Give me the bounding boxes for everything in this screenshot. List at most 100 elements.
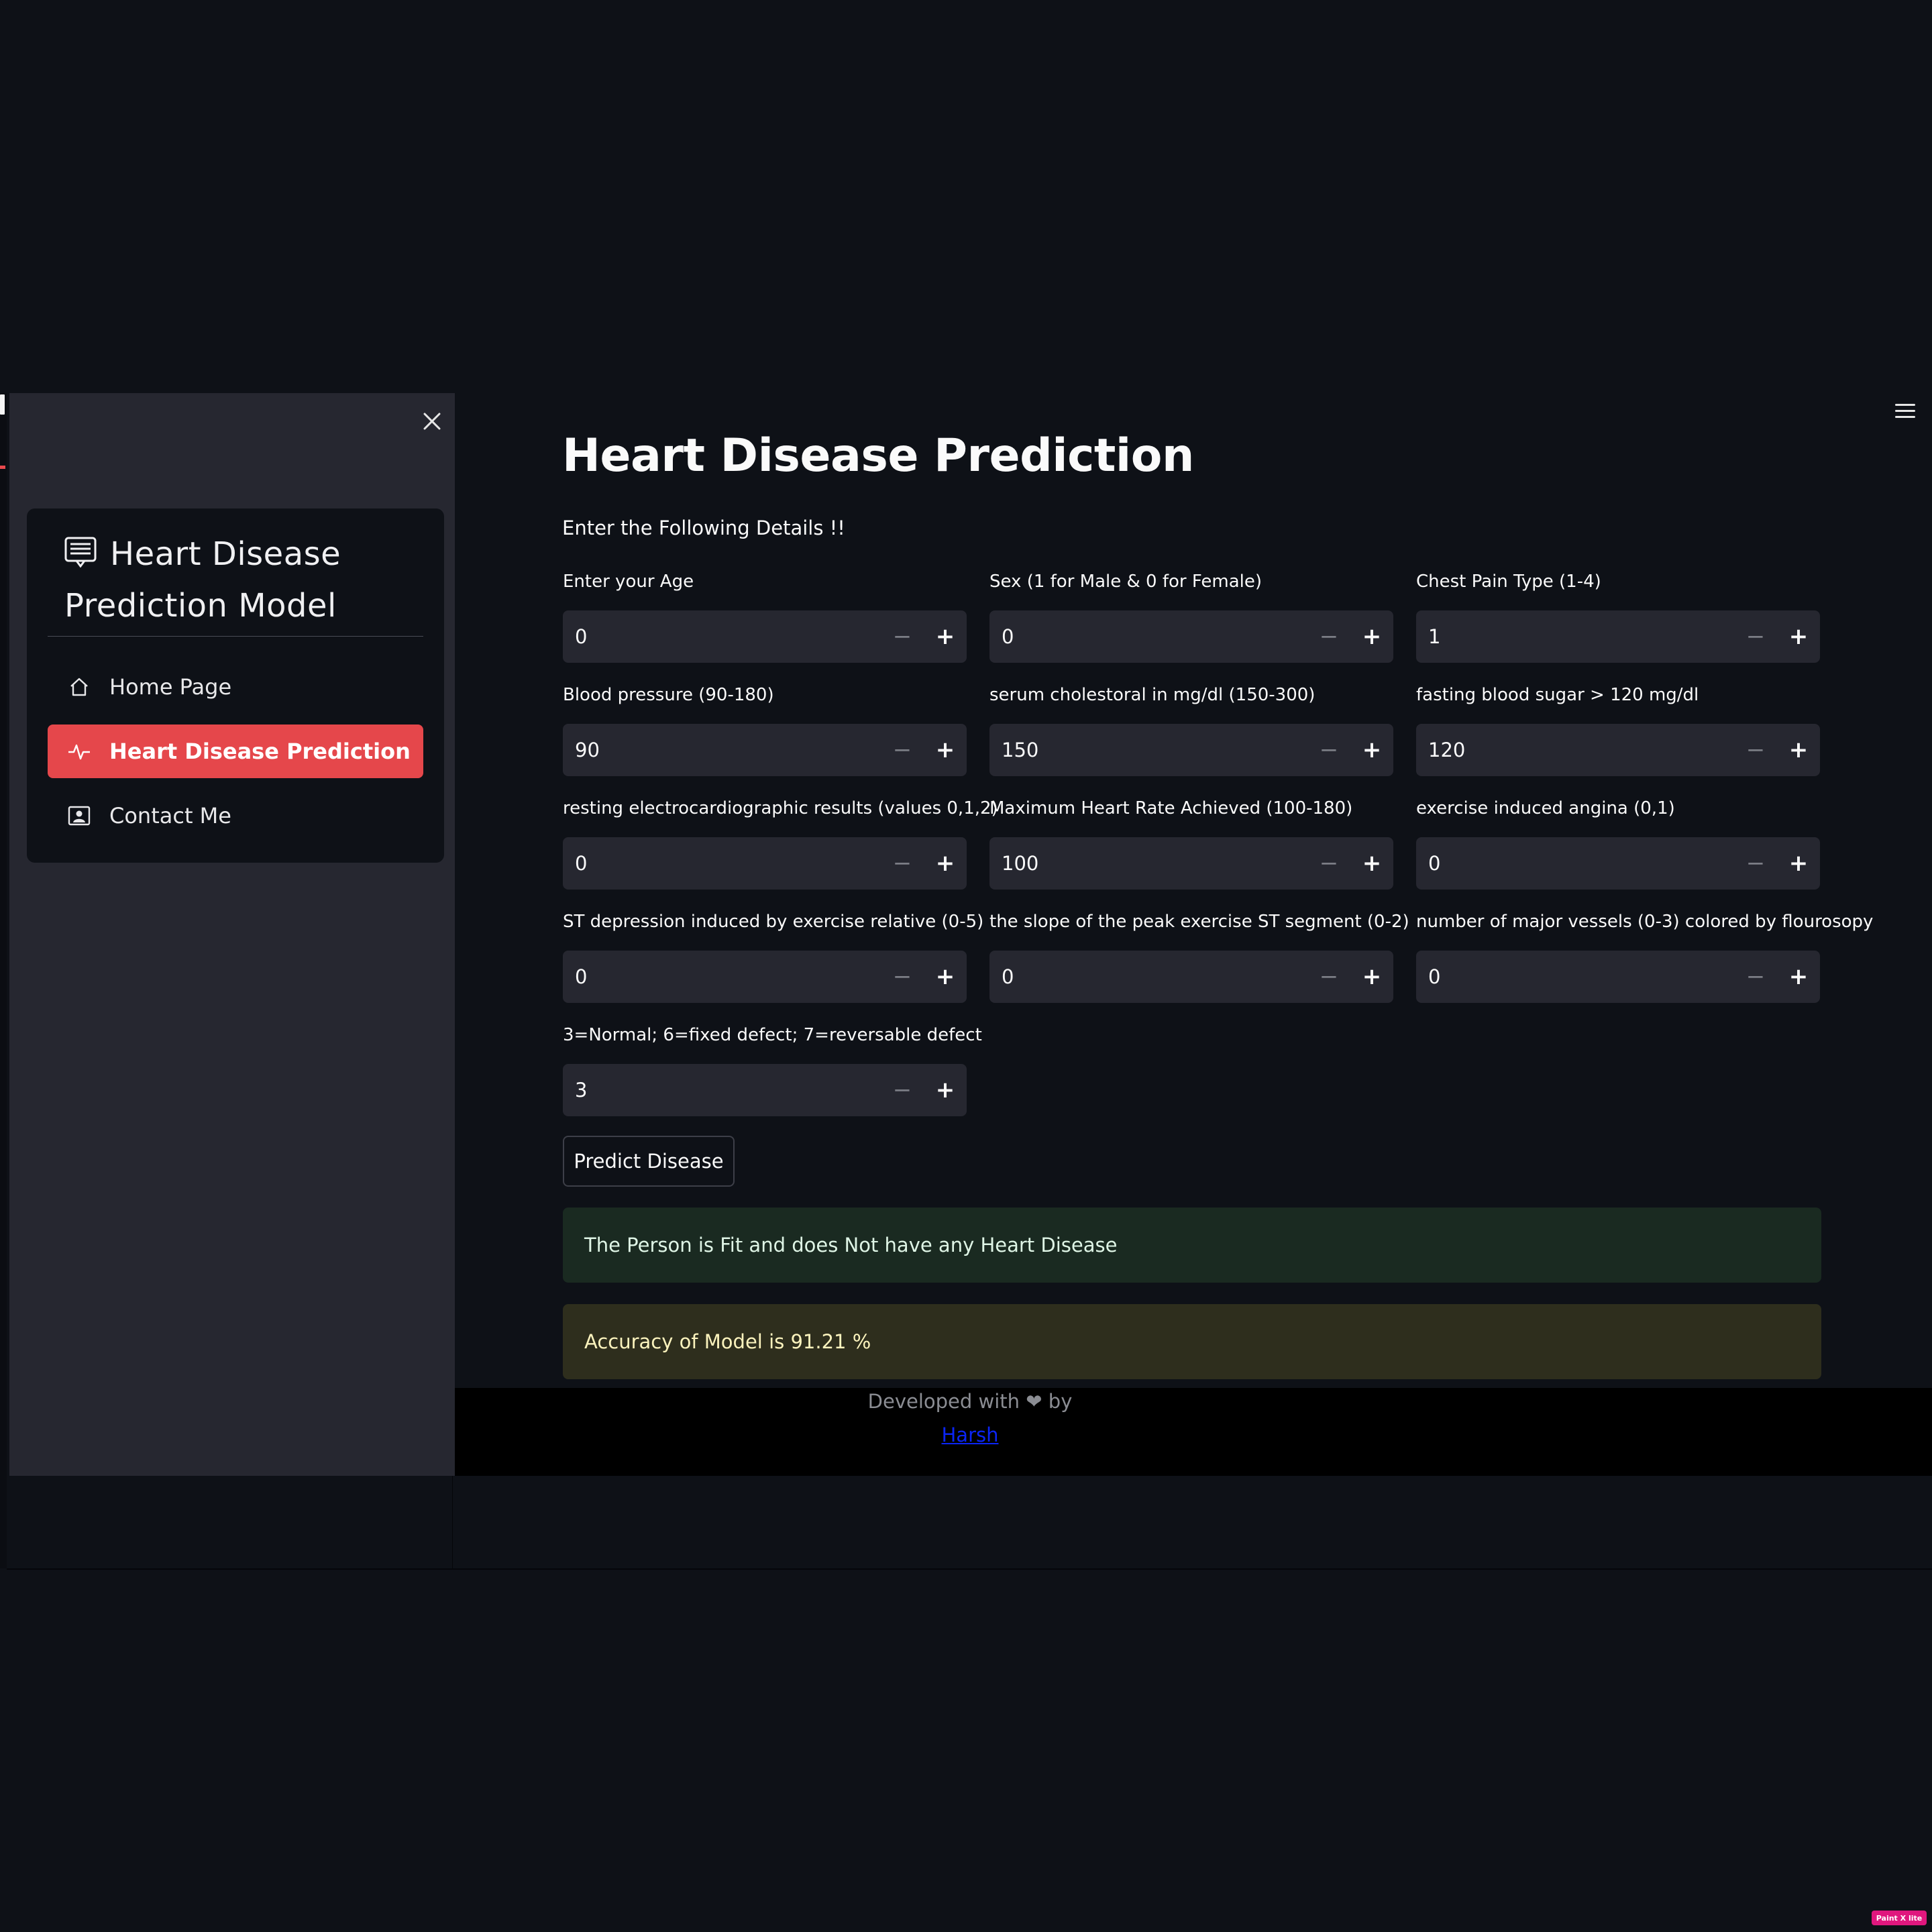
decrement-button[interactable]: − (1734, 837, 1777, 890)
field-label: number of major vessels (0-3) colored by… (1416, 912, 1874, 932)
blood-pressure-number-input: 90 − + (563, 724, 967, 776)
house-icon (66, 674, 92, 700)
field-serum-cholestoral: serum cholestoral in mg/dl (150-300) 150… (989, 685, 1393, 776)
decrement-button[interactable]: − (881, 837, 924, 890)
chest-pain-number-input: 1 − + (1416, 610, 1820, 663)
menu-item-contact[interactable]: Contact Me (48, 789, 423, 843)
accuracy-alert: Accuracy of Model is 91.21 % (563, 1304, 1821, 1379)
decrement-button[interactable]: − (881, 1064, 924, 1116)
sidebar: Heart Disease Prediction Model Home Page (9, 393, 455, 1476)
sex-number-input: 0 − + (989, 610, 1393, 663)
number-input-value[interactable]: 120 (1416, 739, 1734, 761)
increment-button[interactable]: + (1350, 951, 1393, 1003)
age-number-input: 0 − + (563, 610, 967, 663)
exercise-angina-number-input: 0 − + (1416, 837, 1820, 890)
increment-button[interactable]: + (924, 1064, 967, 1116)
increment-button[interactable]: + (1777, 724, 1820, 776)
field-resting-ecg: resting electrocardiographic results (va… (563, 798, 998, 890)
field-fasting-blood-sugar: fasting blood sugar > 120 mg/dl 120 − + (1416, 685, 1820, 776)
menu-item-label: Contact Me (109, 803, 231, 828)
number-input-value[interactable]: 90 (563, 739, 881, 761)
close-icon (423, 413, 441, 430)
field-label: Maximum Heart Rate Achieved (100-180) (989, 798, 1353, 818)
field-st-slope: the slope of the peak exercise ST segmen… (989, 912, 1409, 1003)
increment-button[interactable]: + (1777, 610, 1820, 663)
result-message: The Person is Fit and does Not have any … (584, 1234, 1118, 1256)
left-edge-marker (0, 394, 5, 415)
field-max-heart-rate: Maximum Heart Rate Achieved (100-180) 10… (989, 798, 1393, 890)
number-input-value[interactable]: 0 (563, 625, 881, 648)
increment-button[interactable]: + (1350, 610, 1393, 663)
menu-divider (48, 636, 423, 637)
hamburger-line (1895, 415, 1915, 418)
field-label: ST depression induced by exercise relati… (563, 912, 984, 932)
field-label: Sex (1 for Male & 0 for Female) (989, 572, 1263, 592)
increment-button[interactable]: + (924, 724, 967, 776)
number-input-value[interactable]: 0 (563, 965, 881, 988)
menu-title: Heart Disease Prediction Model (64, 535, 341, 625)
number-input-value[interactable]: 3 (563, 1079, 881, 1102)
decrement-button[interactable]: − (1734, 951, 1777, 1003)
page-subtitle: Enter the Following Details !! (562, 517, 845, 539)
number-input-value[interactable]: 150 (989, 739, 1307, 761)
increment-button[interactable]: + (924, 837, 967, 890)
blood-sugar-number-input: 120 − + (1416, 724, 1820, 776)
footer-link-row: Harsh (455, 1424, 1485, 1446)
field-thal: 3=Normal; 6=fixed defect; 7=reversable d… (563, 1025, 982, 1116)
decrement-button[interactable]: − (1307, 610, 1350, 663)
pulse-icon (66, 739, 92, 764)
left-edge-strip (0, 393, 7, 1568)
increment-button[interactable]: + (924, 610, 967, 663)
increment-button[interactable]: + (1777, 837, 1820, 890)
st-slope-number-input: 0 − + (989, 951, 1393, 1003)
field-sex: Sex (1 for Male & 0 for Female) 0 − + (989, 572, 1393, 663)
decrement-button[interactable]: − (1307, 724, 1350, 776)
decrement-button[interactable]: − (1734, 724, 1777, 776)
thal-number-input: 3 − + (563, 1064, 967, 1116)
accuracy-message: Accuracy of Model is 91.21 % (584, 1330, 871, 1353)
field-label: fasting blood sugar > 120 mg/dl (1416, 685, 1699, 705)
cholestoral-number-input: 150 − + (989, 724, 1393, 776)
number-input-value[interactable]: 0 (989, 625, 1307, 648)
number-input-value[interactable]: 0 (1416, 965, 1734, 988)
field-exercise-angina: exercise induced angina (0,1) 0 − + (1416, 798, 1820, 890)
hamburger-icon (1895, 403, 1915, 406)
number-input-value[interactable]: 100 (989, 852, 1307, 875)
menu-item-label: Heart Disease Prediction (109, 739, 411, 764)
sidebar-close-button[interactable] (412, 401, 452, 441)
field-label: 3=Normal; 6=fixed defect; 7=reversable d… (563, 1025, 982, 1045)
increment-button[interactable]: + (1350, 837, 1393, 890)
decrement-button[interactable]: − (881, 724, 924, 776)
menu-header: Heart Disease Prediction Model (64, 530, 413, 631)
menu-item-home[interactable]: Home Page (48, 660, 423, 714)
number-input-value[interactable]: 0 (989, 965, 1307, 988)
st-depression-number-input: 0 − + (563, 951, 967, 1003)
max-heart-rate-number-input: 100 − + (989, 837, 1393, 890)
field-label: Blood pressure (90-180) (563, 685, 774, 705)
decrement-button[interactable]: − (1307, 837, 1350, 890)
field-label: Enter your Age (563, 572, 694, 592)
heart-icon: ❤ (1026, 1390, 1042, 1413)
number-input-value[interactable]: 0 (563, 852, 881, 875)
decrement-button[interactable]: − (1734, 610, 1777, 663)
menu-item-label: Home Page (109, 674, 232, 700)
number-input-value[interactable]: 0 (1416, 852, 1734, 875)
predict-disease-button[interactable]: Predict Disease (563, 1136, 735, 1187)
increment-button[interactable]: + (1350, 724, 1393, 776)
increment-button[interactable]: + (924, 951, 967, 1003)
menu-item-heart-disease-prediction[interactable]: Heart Disease Prediction (48, 724, 423, 778)
field-blood-pressure: Blood pressure (90-180) 90 − + (563, 685, 967, 776)
hamburger-line (1895, 409, 1915, 412)
decrement-button[interactable]: − (1307, 951, 1350, 1003)
number-input-value[interactable]: 1 (1416, 625, 1734, 648)
page-title: Heart Disease Prediction (562, 429, 1194, 482)
decrement-button[interactable]: − (881, 610, 924, 663)
author-link[interactable]: Harsh (942, 1424, 999, 1446)
increment-button[interactable]: + (1777, 951, 1820, 1003)
field-label: serum cholestoral in mg/dl (150-300) (989, 685, 1316, 705)
field-label: exercise induced angina (0,1) (1416, 798, 1675, 818)
main-menu-button[interactable] (1885, 397, 1925, 424)
decrement-button[interactable]: − (881, 951, 924, 1003)
left-edge-accent (0, 466, 5, 469)
footer-text-after: by (1048, 1390, 1073, 1413)
